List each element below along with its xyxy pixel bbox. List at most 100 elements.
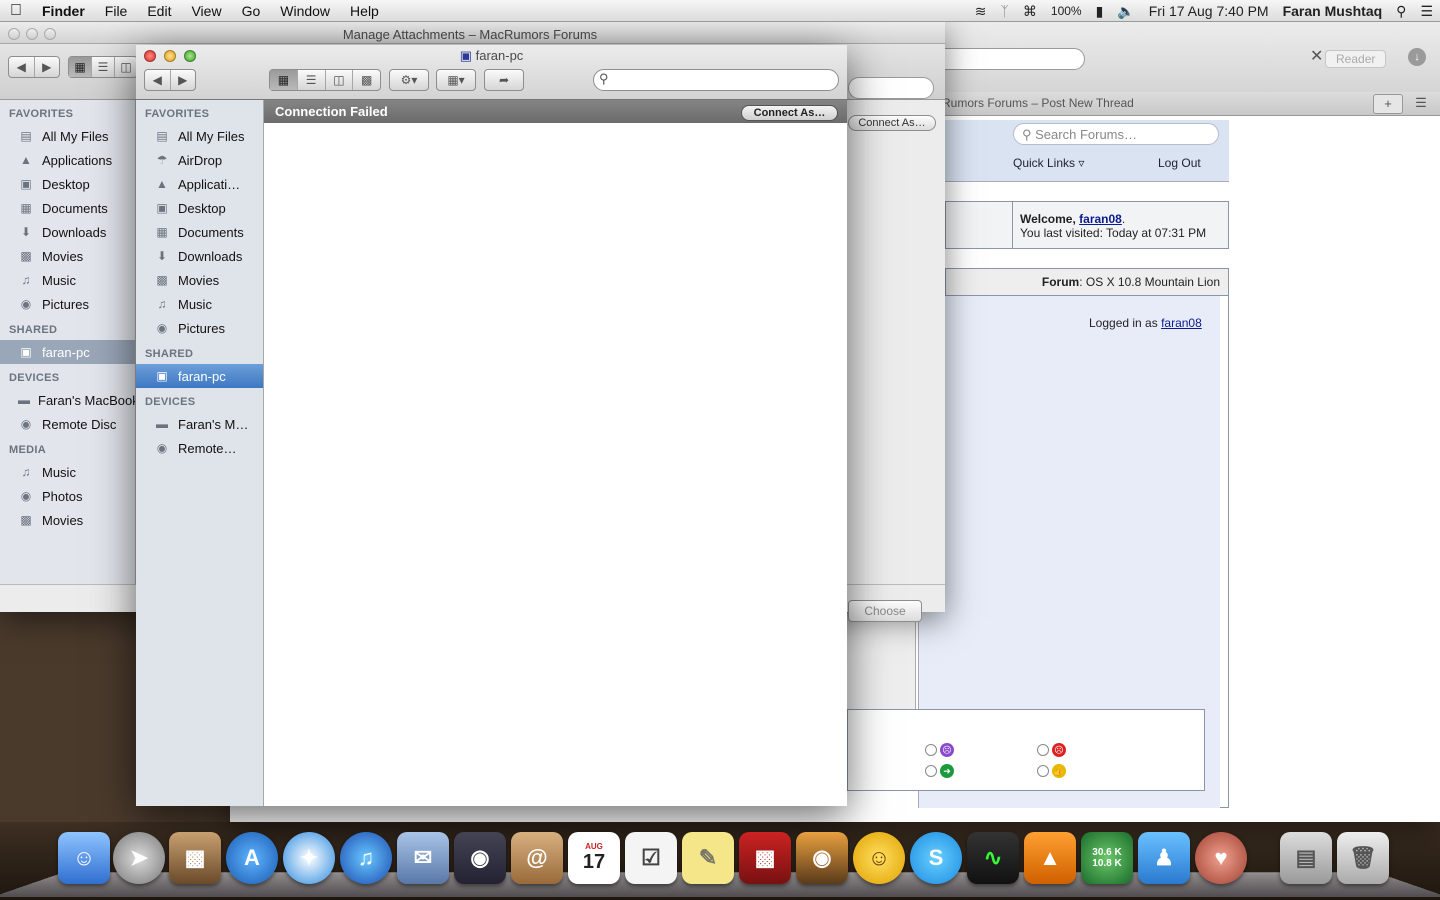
- sidebar-item-music[interactable]: ♫ Music: [136, 292, 263, 316]
- sidebar-item-documents[interactable]: ▦ Documents: [136, 220, 263, 244]
- sidebar-item-airdrop[interactable]: ☂ AirDrop: [136, 148, 263, 172]
- sidebar-item-macbook[interactable]: ▬ Faran's MacBook: [0, 388, 135, 412]
- sidebar-item-faran-pc[interactable]: ▣ faran-pc: [136, 364, 263, 388]
- sidebar-item-movies[interactable]: ▩ Movies: [136, 268, 263, 292]
- image-capture-dock-icon[interactable]: ▩: [169, 832, 221, 884]
- sidebar-item-photos[interactable]: ◉ Photos: [0, 484, 135, 508]
- list-view-icon[interactable]: ☰: [92, 57, 115, 77]
- username-link[interactable]: faran08: [1079, 212, 1122, 226]
- battery-percent[interactable]: 100%: [1044, 0, 1089, 22]
- action-menu-button[interactable]: ⚙▾: [389, 69, 429, 91]
- finder-search-input[interactable]: ⚲: [593, 69, 839, 91]
- tab-list-icon[interactable]: ☰: [1408, 94, 1434, 114]
- clock[interactable]: Fri 17 Aug 7:40 PM: [1142, 0, 1276, 22]
- activity-monitor-dock-icon[interactable]: ∿: [967, 832, 1019, 884]
- menu-edit[interactable]: Edit: [137, 0, 181, 22]
- back-icon[interactable]: ◀: [145, 70, 171, 90]
- launchpad-dock-icon[interactable]: ➤: [113, 832, 165, 884]
- sidebar-item-all-my-files[interactable]: ▤ All My Files: [0, 124, 135, 148]
- list-view-icon[interactable]: ☰: [298, 70, 326, 90]
- reader-button[interactable]: Reader: [1325, 50, 1386, 68]
- sidebar-item-all-my-files[interactable]: ▤ All My Files: [136, 124, 263, 148]
- sidebar-item-downloads[interactable]: ⬇ Downloads: [0, 220, 135, 244]
- sidebar-item-macbook[interactable]: ▬ Faran's M…: [136, 412, 263, 436]
- iphoto-dock-icon[interactable]: ◉: [796, 832, 848, 884]
- forum-search-input[interactable]: ⚲ Search Forums…: [1013, 123, 1219, 145]
- finder-nav-buttons[interactable]: ◀ ▶: [144, 69, 196, 91]
- bluetooth-icon[interactable]: ᛉ: [993, 0, 1015, 22]
- sync-icon[interactable]: ≋: [968, 0, 994, 22]
- user-name[interactable]: Faran Mushtaq: [1276, 0, 1390, 22]
- documents-stack-dock-icon[interactable]: ▤: [1280, 832, 1332, 884]
- attach-search-field[interactable]: [848, 77, 934, 99]
- forward-icon[interactable]: ▶: [171, 70, 196, 90]
- battery-icon[interactable]: ▮: [1089, 0, 1111, 22]
- close-button[interactable]: [8, 28, 20, 40]
- sidebar-item-music[interactable]: ♫ Music: [0, 268, 135, 292]
- itunes-dock-icon[interactable]: ♫: [340, 832, 392, 884]
- minimize-button[interactable]: [26, 28, 38, 40]
- sidebar-item-pictures[interactable]: ◉ Pictures: [0, 292, 135, 316]
- sidebar-item-remote-disc[interactable]: ◉ Remote…: [136, 436, 263, 460]
- column-view-icon[interactable]: ◫: [326, 70, 354, 90]
- sidebar-item-remote-disc[interactable]: ◉ Remote Disc: [0, 412, 135, 436]
- back-icon[interactable]: ◀: [9, 57, 35, 77]
- sidebar-item-pictures[interactable]: ◉ Pictures: [136, 316, 263, 340]
- finder-dock-icon[interactable]: ☺: [58, 832, 110, 884]
- smilie-radio[interactable]: [1037, 744, 1049, 756]
- arrange-button[interactable]: ▦▾: [436, 69, 476, 91]
- calendar-dock-icon[interactable]: AUG 17: [568, 832, 620, 884]
- apple-menu-icon[interactable]: : [0, 0, 32, 22]
- icon-view-icon[interactable]: ▦: [270, 70, 298, 90]
- spotlight-icon[interactable]: ⚲: [1389, 0, 1413, 22]
- new-tab-button[interactable]: +: [1373, 94, 1403, 114]
- lips-dock-icon[interactable]: ♥: [1195, 832, 1247, 884]
- cover-flow-icon[interactable]: ▩: [353, 70, 380, 90]
- sidebar-item-media-movies[interactable]: ▩ Movies: [0, 508, 135, 532]
- menu-app-finder[interactable]: Finder: [32, 0, 95, 22]
- menu-view[interactable]: View: [181, 0, 231, 22]
- photo-booth-dock-icon[interactable]: ▩: [739, 832, 791, 884]
- sidebar-item-desktop[interactable]: ▣ Desktop: [136, 196, 263, 220]
- vlc-dock-icon[interactable]: ▲: [1024, 832, 1076, 884]
- forward-icon[interactable]: ▶: [35, 57, 60, 77]
- volume-icon[interactable]: 🔈: [1110, 0, 1141, 22]
- facetime-dock-icon[interactable]: ◉: [454, 832, 506, 884]
- menu-go[interactable]: Go: [232, 0, 271, 22]
- quick-links-link[interactable]: Quick Links ▿: [1013, 156, 1084, 170]
- view-buttons[interactable]: ▦ ☰ ◫: [68, 56, 138, 78]
- finder-content-area[interactable]: [264, 123, 847, 806]
- sidebar-item-movies[interactable]: ▩ Movies: [0, 244, 135, 268]
- yahoo-messenger-dock-icon[interactable]: ☺: [853, 832, 905, 884]
- sidebar-item-documents[interactable]: ▦ Documents: [0, 196, 135, 220]
- network-meter-dock-icon[interactable]: 30.6 K 10.8 K: [1081, 832, 1133, 884]
- menu-window[interactable]: Window: [270, 0, 340, 22]
- stop-icon[interactable]: ✕: [1310, 46, 1323, 66]
- reminders-dock-icon[interactable]: ☑: [625, 832, 677, 884]
- choose-button[interactable]: Choose: [848, 600, 922, 622]
- smilie-radio[interactable]: [925, 744, 937, 756]
- safari-dock-icon[interactable]: ✦: [283, 832, 335, 884]
- attach-connect-as-button[interactable]: Connect As…: [848, 115, 936, 131]
- downloads-icon[interactable]: ↓: [1408, 48, 1426, 66]
- finder-view-buttons[interactable]: ▦ ☰ ◫ ▩: [269, 69, 381, 91]
- sidebar-item-media-music[interactable]: ♫ Music: [0, 460, 135, 484]
- tab-title[interactable]: Rumors Forums – Post New Thread: [942, 96, 1134, 110]
- contacts-dock-icon[interactable]: @: [511, 832, 563, 884]
- sidebar-item-applications[interactable]: ▲ Applications: [0, 148, 135, 172]
- mail-dock-icon[interactable]: ✉: [397, 832, 449, 884]
- icon-view-icon[interactable]: ▦: [69, 57, 92, 77]
- logged-in-user-link[interactable]: faran08: [1161, 316, 1202, 330]
- zoom-button[interactable]: [44, 28, 56, 40]
- wifi-icon[interactable]: ⌘: [1016, 0, 1044, 22]
- sidebar-item-applications[interactable]: ▲ Applicati…: [136, 172, 263, 196]
- sidebar-item-faran-pc[interactable]: ▣ faran-pc: [0, 340, 135, 364]
- log-out-link[interactable]: Log Out: [1158, 156, 1201, 170]
- trash-dock-icon[interactable]: 🗑: [1337, 832, 1389, 884]
- menu-file[interactable]: File: [95, 0, 138, 22]
- sidebar-item-downloads[interactable]: ⬇ Downloads: [136, 244, 263, 268]
- messenger-dock-icon[interactable]: ♟: [1138, 832, 1190, 884]
- share-button[interactable]: ➦: [484, 69, 524, 91]
- sidebar-item-desktop[interactable]: ▣ Desktop: [0, 172, 135, 196]
- app-store-dock-icon[interactable]: A: [226, 832, 278, 884]
